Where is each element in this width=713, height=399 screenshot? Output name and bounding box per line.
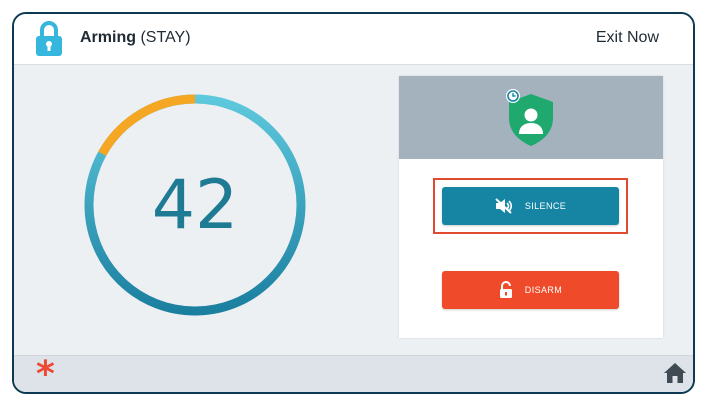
unlock-icon xyxy=(499,281,512,298)
speaker-mute-icon xyxy=(495,198,512,214)
status-panel: SILENCE DISARM xyxy=(399,76,663,338)
page-title: Arming (STAY) xyxy=(80,29,191,47)
countdown-value: 42 xyxy=(151,165,239,245)
title-mode: (STAY) xyxy=(140,29,191,46)
home-icon[interactable] xyxy=(663,362,687,384)
shield-user-icon xyxy=(506,89,553,146)
silence-button[interactable]: SILENCE xyxy=(442,187,619,225)
panel-screen: Arming (STAY) Exit Now 42 SILENCE DISARM… xyxy=(12,12,695,394)
status-panel-header xyxy=(399,76,663,159)
header-bar: Arming (STAY) Exit Now xyxy=(14,14,693,65)
lock-icon xyxy=(36,21,62,56)
disarm-button[interactable]: DISARM xyxy=(442,271,619,309)
title-status: Arming xyxy=(80,29,136,46)
exit-now-button[interactable]: Exit Now xyxy=(596,29,659,47)
asterisk-icon[interactable]: * xyxy=(36,357,55,393)
clock-icon xyxy=(506,89,520,103)
footer-bar: * xyxy=(14,355,693,392)
disarm-label: DISARM xyxy=(524,285,563,295)
silence-label: SILENCE xyxy=(524,201,567,211)
